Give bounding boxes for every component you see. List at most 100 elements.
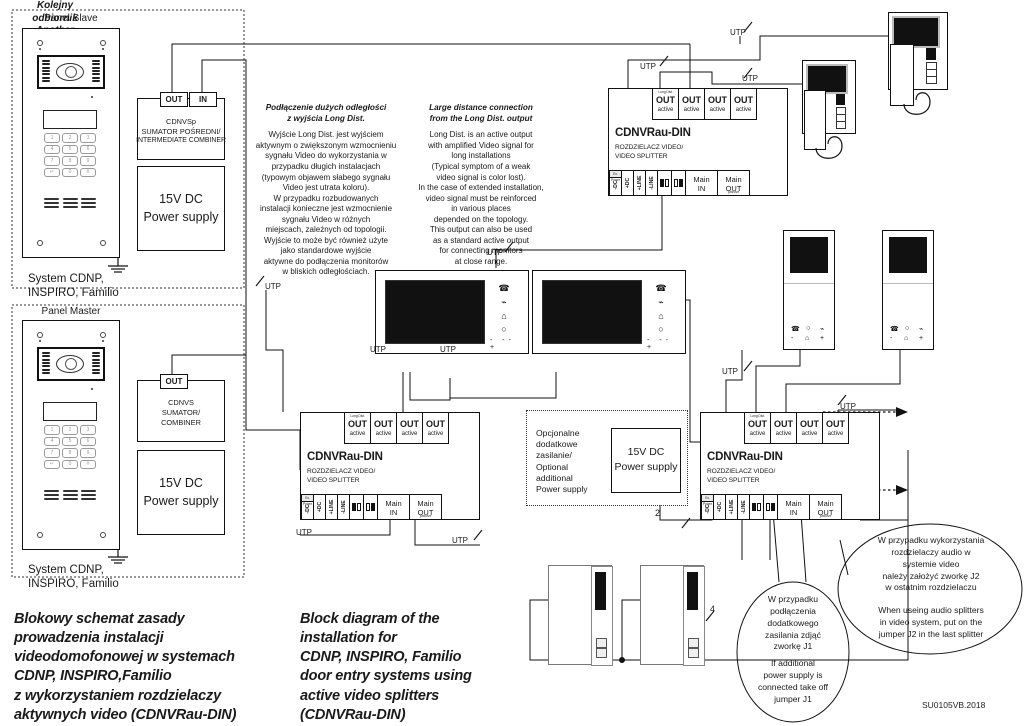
out-port-long-dist[interactable]: Long Dist. OUT active xyxy=(344,412,371,444)
screw-icon xyxy=(100,240,106,246)
bubble-j1-en: If additional power supply is connected … xyxy=(757,658,829,704)
key[interactable]: 5 xyxy=(62,144,78,154)
volume-control[interactable]: - -- + xyxy=(647,337,685,351)
combiner-in-port[interactable]: IN xyxy=(189,92,217,107)
volume-up-icon[interactable]: + xyxy=(919,335,923,342)
key[interactable]: 0 xyxy=(62,459,78,469)
out-port-3[interactable]: OUT active xyxy=(704,88,731,120)
panel-keypad[interactable]: 1 2 3 4 5 6 7 8 9 ↵ 0 # xyxy=(44,425,96,469)
camera-lens-inner-icon xyxy=(65,358,77,370)
power-icon[interactable]: ○ xyxy=(658,324,663,334)
combiner-label-line3: INTERMEDIATE COMBINER xyxy=(136,137,226,144)
key[interactable]: # xyxy=(80,459,96,469)
key[interactable]: # xyxy=(80,167,96,177)
key[interactable]: 3 xyxy=(80,133,96,143)
key[interactable]: ↵ xyxy=(44,459,60,469)
power-icon[interactable]: ○ xyxy=(905,325,909,332)
key[interactable]: 7 xyxy=(44,448,60,458)
screw-icon xyxy=(37,332,43,338)
volume-down-icon[interactable]: - xyxy=(890,335,892,342)
splitter-title: CDNVRau-DIN xyxy=(615,127,691,139)
note-title: Podłączenie dużych odległości z wyjścia … xyxy=(265,103,387,123)
combiner-out-port[interactable]: OUT xyxy=(160,374,188,389)
volume-control[interactable]: - -- + xyxy=(490,337,528,351)
out-port-4[interactable]: OUT active xyxy=(730,88,757,120)
handset-icon[interactable]: ☎ xyxy=(655,283,666,294)
terminal-main-in[interactable]: Main IN xyxy=(777,494,810,520)
jumper-j2[interactable] xyxy=(671,170,686,196)
key[interactable]: 1 xyxy=(44,133,60,143)
optional-power-caption: Opcjonalne dodatkowe zasilanie/ Optional… xyxy=(536,428,588,494)
key[interactable]: 7 xyxy=(44,156,60,166)
volume-down-icon[interactable]: - xyxy=(791,335,793,342)
key[interactable]: ↵ xyxy=(44,167,60,177)
terminal-main-out[interactable]: Main OUT passive xyxy=(717,170,750,196)
jumper-j2[interactable] xyxy=(363,494,378,520)
unit-button[interactable] xyxy=(688,648,699,658)
terminal-main-in[interactable]: Main IN xyxy=(377,494,410,520)
video-monitor-2: ☎ ⌁ ⌂ ○ - -- + xyxy=(532,270,686,354)
key[interactable]: 8 xyxy=(62,448,78,458)
door-icon[interactable]: ⌂ xyxy=(904,335,908,342)
out-port-3[interactable]: OUT active xyxy=(396,412,423,444)
monitor-buttons[interactable]: ☎ ⌁ ⌂ ○ xyxy=(489,283,519,334)
terminal-main-out[interactable]: Main OUT passive xyxy=(409,494,442,520)
splitter-terminal-row: Ex. Power -DC +DC +LINE -LINE Main IN Ma… xyxy=(609,170,750,196)
out-port-2[interactable]: OUT active xyxy=(370,412,397,444)
jumper-j1[interactable] xyxy=(349,494,364,520)
handset-icon[interactable]: ☎ xyxy=(791,325,800,333)
power-icon[interactable]: ○ xyxy=(501,324,506,334)
lock-icon[interactable]: ⌁ xyxy=(919,325,923,333)
splitter-lower-right: Long Dist. OUT active OUT active OUT act… xyxy=(700,412,880,520)
panel-keypad[interactable]: 1 2 3 4 5 6 7 8 9 ↵ 0 # xyxy=(44,133,96,177)
volume-up-icon[interactable]: + xyxy=(820,335,824,342)
terminal-main-in[interactable]: Main IN xyxy=(685,170,718,196)
key[interactable]: 6 xyxy=(80,144,96,154)
key[interactable]: 9 xyxy=(80,448,96,458)
out-port-4[interactable]: OUT active xyxy=(422,412,449,444)
key[interactable]: 9 xyxy=(80,156,96,166)
jumper-j1[interactable] xyxy=(749,494,764,520)
door-icon[interactable]: ⌂ xyxy=(805,335,809,342)
indicator-led xyxy=(91,388,93,390)
power-icon[interactable]: ○ xyxy=(806,325,810,332)
combiner-label-line3: COMBINER xyxy=(161,418,201,427)
screw-icon xyxy=(100,532,106,538)
terminal-main-out[interactable]: Main OUT passive xyxy=(809,494,842,520)
jumper-j2[interactable] xyxy=(763,494,778,520)
key[interactable]: 1 xyxy=(44,425,60,435)
out-port-4[interactable]: OUT active xyxy=(822,412,849,444)
unit-button[interactable] xyxy=(596,638,607,648)
key[interactable]: 3 xyxy=(80,425,96,435)
key[interactable]: 4 xyxy=(44,436,60,446)
out-port-2[interactable]: OUT active xyxy=(678,88,705,120)
unit-button[interactable] xyxy=(688,638,699,648)
out-port-2[interactable]: OUT active xyxy=(770,412,797,444)
key[interactable]: 8 xyxy=(62,156,78,166)
out-mode: active xyxy=(375,431,392,437)
key[interactable]: 6 xyxy=(80,436,96,446)
terminal-label: -LINE xyxy=(740,500,747,514)
key[interactable]: 0 xyxy=(62,167,78,177)
key[interactable]: 2 xyxy=(62,425,78,435)
door-icon[interactable]: ⌂ xyxy=(658,311,663,321)
speaker-slot xyxy=(836,94,845,105)
monitor-button[interactable] xyxy=(926,76,937,84)
key[interactable]: 2 xyxy=(62,133,78,143)
combiner-out-port[interactable]: OUT xyxy=(160,92,188,107)
unit-button[interactable] xyxy=(596,648,607,658)
main-out-l1: Main xyxy=(417,499,434,508)
key[interactable]: 5 xyxy=(62,436,78,446)
out-port-long-dist[interactable]: Long Dist. OUT active xyxy=(744,412,771,444)
lock-icon[interactable]: ⌁ xyxy=(501,297,506,308)
handset-icon[interactable]: ☎ xyxy=(890,325,899,333)
key[interactable]: 4 xyxy=(44,144,60,154)
door-icon[interactable]: ⌂ xyxy=(501,311,506,321)
monitor-buttons[interactable]: ☎ ⌁ ⌂ ○ xyxy=(646,283,676,334)
handset-icon[interactable]: ☎ xyxy=(498,283,509,294)
out-port-3[interactable]: OUT active xyxy=(796,412,823,444)
lock-icon[interactable]: ⌁ xyxy=(658,297,663,308)
lock-icon[interactable]: ⌁ xyxy=(820,325,824,333)
jumper-j1[interactable] xyxy=(657,170,672,196)
out-port-long-dist[interactable]: Long Dist. OUT active xyxy=(652,88,679,120)
